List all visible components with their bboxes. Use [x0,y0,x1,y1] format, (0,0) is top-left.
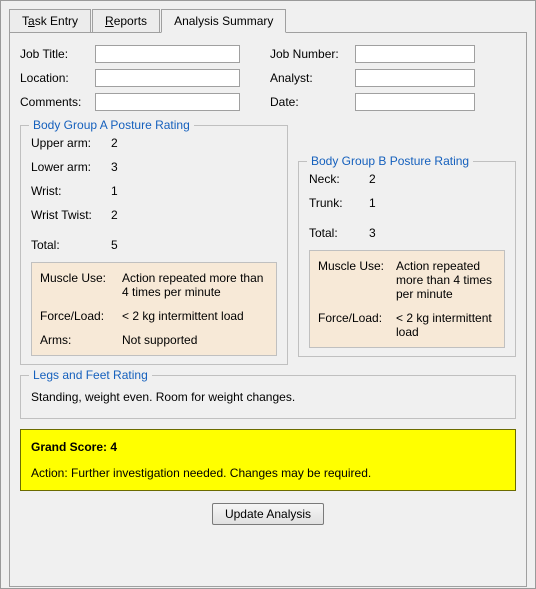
job-number-input[interactable] [355,45,475,63]
tab-reports-mnemonic: R [105,14,114,28]
location-input[interactable] [95,69,240,87]
legs-feet-legend: Legs and Feet Rating [29,368,152,382]
group-b-muscle-use-label: Muscle Use: [318,259,392,301]
lower-arm-label: Lower arm: [31,160,111,174]
tab-analysis-summary[interactable]: Analysis Summary [161,9,286,33]
job-info-left-column: Job Title: Location: Comments: [20,45,240,111]
legs-feet-text: Standing, weight even. Room for weight c… [31,390,505,404]
group-a-force-load-label: Force/Load: [40,309,118,323]
group-b-total-label: Total: [309,226,369,240]
group-b-posture: Body Group B Posture Rating Neck: 2 Trun… [298,161,516,357]
job-number-label: Job Number: [270,47,355,61]
legs-feet-group: Legs and Feet Rating Standing, weight ev… [20,375,516,419]
button-row: Update Analysis [20,503,516,525]
analyst-input[interactable] [355,69,475,87]
tab-task-entry[interactable]: Task Entry [9,9,91,32]
grand-score-box: Grand Score: 4 Action: Further investiga… [20,429,516,491]
job-title-input[interactable] [95,45,240,63]
analysis-window: Task Entry Reports Analysis Summary Job … [0,0,536,589]
group-a-total-value: 5 [111,238,277,252]
date-input[interactable] [355,93,475,111]
group-a-posture: Body Group A Posture Rating Upper arm: 2… [20,125,288,365]
job-title-label: Job Title: [20,47,95,61]
group-a-muscle-box: Muscle Use: Action repeated more than 4 … [31,262,277,356]
tab-analysis-summary-label: Analysis Summary [174,14,273,28]
comments-label: Comments: [20,95,95,109]
group-a-force-load-value: < 2 kg intermittent load [122,309,268,323]
update-analysis-button[interactable]: Update Analysis [212,503,324,525]
group-a-total-label: Total: [31,238,111,252]
tab-task-entry-mnemonic: a [28,14,35,28]
wrist-label: Wrist: [31,184,111,198]
tab-reports[interactable]: Reports [92,9,160,32]
group-a-muscle-use-label: Muscle Use: [40,271,118,299]
group-b-force-load-label: Force/Load: [318,311,392,339]
group-a-arms-label: Arms: [40,333,118,347]
grand-action-text: Action: Further investigation needed. Ch… [31,466,505,480]
wrist-value: 1 [111,184,277,198]
group-b-values: Neck: 2 Trunk: 1 Total: 3 [309,172,505,240]
wrist-twist-label: Wrist Twist: [31,208,111,222]
lower-arm-value: 3 [111,160,277,174]
group-a-values: Upper arm: 2 Lower arm: 3 Wrist: 1 Wrist… [31,136,277,252]
group-a-muscle-use-value: Action repeated more than 4 times per mi… [122,271,268,299]
wrist-twist-value: 2 [111,208,277,222]
tab-task-entry-label-post: sk Entry [35,14,78,28]
upper-arm-label: Upper arm: [31,136,111,150]
tab-bar: Task Entry Reports Analysis Summary [9,9,527,32]
upper-arm-value: 2 [111,136,277,150]
neck-value: 2 [369,172,505,186]
neck-label: Neck: [309,172,369,186]
group-a-arms-value: Not supported [122,333,268,347]
job-info-right-column: Job Number: Analyst: Date: [270,45,475,111]
trunk-value: 1 [369,196,505,210]
posture-groups-row: Body Group A Posture Rating Upper arm: 2… [20,125,516,365]
group-b-legend: Body Group B Posture Rating [307,154,473,168]
grand-score-text: Grand Score: 4 [31,440,505,454]
location-label: Location: [20,71,95,85]
group-b-total-value: 3 [369,226,505,240]
group-b-muscle-use-value: Action repeated more than 4 times per mi… [396,259,496,301]
analyst-label: Analyst: [270,71,355,85]
comments-input[interactable] [95,93,240,111]
tab-reports-label-post: eports [114,14,147,28]
trunk-label: Trunk: [309,196,369,210]
analysis-summary-panel: Job Title: Location: Comments: Job Numbe… [9,32,527,587]
date-label: Date: [270,95,355,109]
group-a-legend: Body Group A Posture Rating [29,118,194,132]
group-b-force-load-value: < 2 kg intermittent load [396,311,496,339]
job-info-form: Job Title: Location: Comments: Job Numbe… [20,45,516,111]
group-b-muscle-box: Muscle Use: Action repeated more than 4 … [309,250,505,348]
